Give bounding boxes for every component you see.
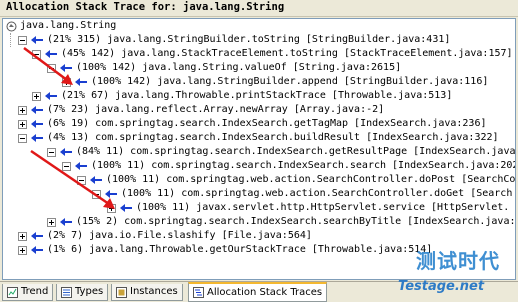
tree-row-label: (100% 11) com.springtag.search.IndexSear… (91, 160, 516, 171)
collapse-toggle[interactable] (92, 189, 101, 199)
collapse-toggle[interactable] (32, 49, 41, 59)
left-arrow-icon (60, 218, 72, 226)
tree-row-label: (21% 67) java.lang.Throwable.printStackT… (61, 90, 453, 101)
types-icon (61, 286, 72, 298)
tree-row[interactable]: (100% 11) javax.servlet.http.HttpServlet… (3, 201, 515, 215)
tree-row-label: (2% 7) java.io.File.slashify [File.java:… (47, 230, 312, 241)
left-arrow-icon (31, 134, 43, 142)
expand-toggle[interactable] (18, 245, 27, 255)
tree-row-label: (100% 11) javax.servlet.http.HttpServlet… (136, 202, 510, 213)
root-class-icon (6, 21, 17, 31)
collapse-toggle[interactable] (18, 35, 27, 45)
collapse-toggle[interactable] (47, 63, 56, 73)
expand-toggle[interactable] (18, 105, 27, 115)
tree-row-label: (100% 142) java.lang.StringBuilder.appen… (91, 76, 489, 87)
stack-trace-tree[interactable]: java.lang.String (21% 315) java.lang.Str… (2, 18, 516, 280)
left-arrow-icon (45, 92, 57, 100)
left-arrow-icon (31, 106, 43, 114)
tree-row-label: (100% 11) com.springtag.web.action.Searc… (121, 188, 513, 199)
tree-row-label: (21% 315) java.lang.StringBuilder.toStri… (47, 34, 451, 45)
tree-row[interactable]: (100% 11) com.springtag.web.action.Searc… (3, 173, 516, 187)
trend-icon (7, 286, 18, 298)
tree-row[interactable]: (84% 11) com.springtag.search.IndexSearc… (3, 145, 516, 159)
tab-instances[interactable]: Instances (111, 284, 183, 301)
expand-toggle[interactable] (107, 203, 116, 213)
tree-row-label: (100% 142) java.lang.String.valueOf [Str… (76, 62, 402, 73)
tree-row[interactable]: (21% 315) java.lang.StringBuilder.toStri… (3, 33, 515, 47)
tree-row-label: (45% 142) java.lang.StackTraceElement.to… (61, 48, 513, 59)
left-arrow-icon (60, 148, 72, 156)
tree-root-label: java.lang.String (20, 20, 117, 31)
tab-allocation-stack-traces[interactable]: Allocation Stack Traces (188, 282, 328, 302)
stack-trace-icon (193, 287, 204, 298)
tree-row-label: (7% 23) java.lang.reflect.Array.newArray… (47, 104, 385, 115)
tree-row-label: (4% 13) com.springtag.search.IndexSearch… (47, 132, 499, 143)
tree-row[interactable]: (7% 23) java.lang.reflect.Array.newArray… (3, 103, 515, 117)
tab-label: Types (75, 286, 104, 297)
tree-row-label: (6% 19) com.springtag.search.IndexSearch… (47, 118, 487, 129)
tree-row-label: (100% 11) com.springtag.web.action.Searc… (106, 174, 516, 185)
tree-row[interactable]: (100% 11) com.springtag.search.IndexSear… (3, 159, 516, 173)
collapse-toggle[interactable] (18, 133, 27, 143)
left-arrow-icon (31, 246, 43, 254)
left-arrow-icon (60, 64, 72, 72)
tab-label: Trend (21, 286, 49, 297)
tree-row[interactable]: (15% 2) com.springtag.search.IndexSearch… (3, 215, 516, 229)
watermark-logo: 测试时代 (416, 249, 500, 273)
tree-row[interactable]: (4% 13) com.springtag.search.IndexSearch… (3, 131, 515, 145)
left-arrow-icon (31, 36, 43, 44)
tree-row-label: (15% 2) com.springtag.search.IndexSearch… (76, 216, 516, 227)
watermark: 测试时代 Testage.net (394, 245, 512, 301)
collapse-toggle[interactable] (77, 175, 86, 185)
expand-toggle[interactable] (18, 119, 27, 129)
tab-label: Allocation Stack Traces (207, 286, 323, 298)
tree-row[interactable]: (100% 11) com.springtag.web.action.Searc… (3, 187, 515, 201)
allocation-stack-trace-window: Allocation Stack Trace for: java.lang.St… (0, 0, 518, 302)
tab-types[interactable]: Types (56, 284, 109, 301)
tab-trend[interactable]: Trend (2, 284, 54, 301)
watermark-site: Testage.net (398, 279, 485, 294)
left-arrow-icon (31, 232, 43, 240)
expand-toggle[interactable] (32, 91, 41, 101)
expand-toggle[interactable] (18, 231, 27, 241)
tree-row[interactable]: (100% 142) java.lang.String.valueOf [Str… (3, 61, 515, 75)
expand-toggle[interactable] (47, 217, 56, 227)
left-arrow-icon (75, 162, 87, 170)
instances-icon (116, 286, 127, 298)
tab-label: Instances (130, 286, 178, 297)
tree-row[interactable]: (6% 19) com.springtag.search.IndexSearch… (3, 117, 515, 131)
tree-row[interactable]: (2% 7) java.io.File.slashify [File.java:… (3, 229, 515, 243)
left-arrow-icon (90, 176, 102, 184)
tree-row-label: (1% 6) java.lang.Throwable.getOurStackTr… (47, 244, 433, 255)
tree-row[interactable]: (45% 142) java.lang.StackTraceElement.to… (3, 47, 515, 61)
expand-toggle[interactable] (62, 77, 71, 87)
left-arrow-icon (120, 204, 132, 212)
left-arrow-icon (31, 120, 43, 128)
left-arrow-icon (45, 50, 57, 58)
tree-row[interactable]: (100% 142) java.lang.StringBuilder.appen… (3, 75, 515, 89)
tree-root-row[interactable]: java.lang.String (3, 19, 515, 33)
collapse-toggle[interactable] (47, 147, 56, 157)
view-title-bar: Allocation Stack Trace for: java.lang.St… (0, 0, 518, 17)
tree-row[interactable]: (21% 67) java.lang.Throwable.printStackT… (3, 89, 515, 103)
collapse-toggle[interactable] (62, 161, 71, 171)
tree-row-label: (84% 11) com.springtag.search.IndexSearc… (76, 146, 516, 157)
left-arrow-icon (75, 78, 87, 86)
view-title: Allocation Stack Trace for: java.lang.St… (6, 1, 285, 13)
left-arrow-icon (105, 190, 117, 198)
